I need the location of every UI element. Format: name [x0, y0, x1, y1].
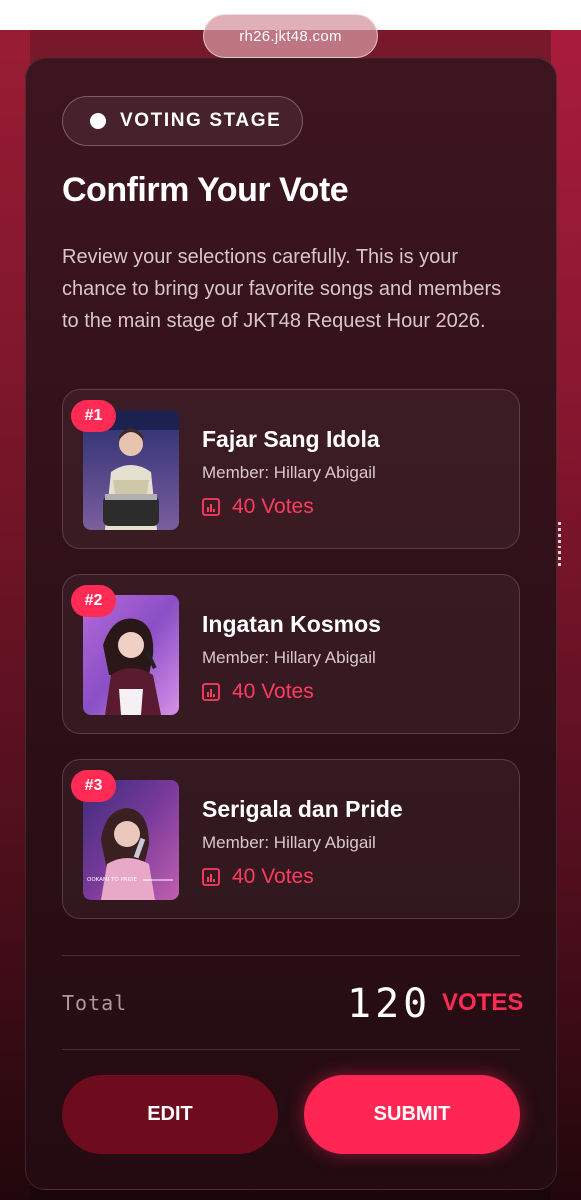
vote-count: 40 Votes: [202, 677, 314, 707]
vote-item[interactable]: #3 OOKAMI TO PRIDE Serigala dan Pride Me…: [62, 759, 520, 919]
confirm-vote-card: VOTING STAGE Confirm Your Vote Review yo…: [25, 58, 557, 1190]
page-description: Review your selections carefully. This i…: [62, 246, 502, 332]
rank-badge: #2: [71, 585, 116, 617]
member-name: Member: Hillary Abigail: [202, 463, 376, 482]
voting-stage-badge: VOTING STAGE: [62, 96, 303, 146]
divider: [62, 1049, 520, 1050]
scroll-indicator-icon: [556, 522, 566, 566]
song-title: Fajar Sang Idola: [202, 426, 380, 452]
total-unit: VOTES: [442, 989, 524, 1016]
dot-icon: [90, 113, 106, 129]
bar-chart-icon: [202, 868, 220, 886]
vote-count-label: 40 Votes: [232, 680, 314, 703]
rank-badge: #3: [71, 770, 116, 802]
vote-count-label: 40 Votes: [232, 865, 314, 888]
page-title: Confirm Your Vote: [62, 171, 349, 209]
vote-count-label: 40 Votes: [232, 495, 314, 518]
thumbnail-caption: OOKAMI TO PRIDE: [87, 877, 137, 883]
song-title: Serigala dan Pride: [202, 796, 403, 822]
song-title: Ingatan Kosmos: [202, 611, 381, 637]
member-name: Member: Hillary Abigail: [202, 833, 376, 852]
submit-button[interactable]: SUBMIT: [304, 1075, 520, 1154]
vote-item[interactable]: #1 Fajar Sang Idola Member: Hillary Abig…: [62, 389, 520, 549]
vote-item[interactable]: #2 Ingatan Kosmos Member: Hillary Abigai…: [62, 574, 520, 734]
total-label: Total: [62, 991, 128, 1015]
url-bar[interactable]: rh26.jkt48.com: [203, 14, 378, 58]
rank-badge: #1: [71, 400, 116, 432]
vote-count: 40 Votes: [202, 862, 314, 892]
bar-chart-icon: [202, 498, 220, 516]
vote-count: 40 Votes: [202, 492, 314, 522]
voting-stage-label: VOTING STAGE: [120, 110, 282, 131]
member-name: Member: Hillary Abigail: [202, 648, 376, 667]
total-value: 120: [347, 981, 432, 1027]
edit-button[interactable]: EDIT: [62, 1075, 278, 1154]
bar-chart-icon: [202, 683, 220, 701]
divider: [62, 955, 520, 956]
